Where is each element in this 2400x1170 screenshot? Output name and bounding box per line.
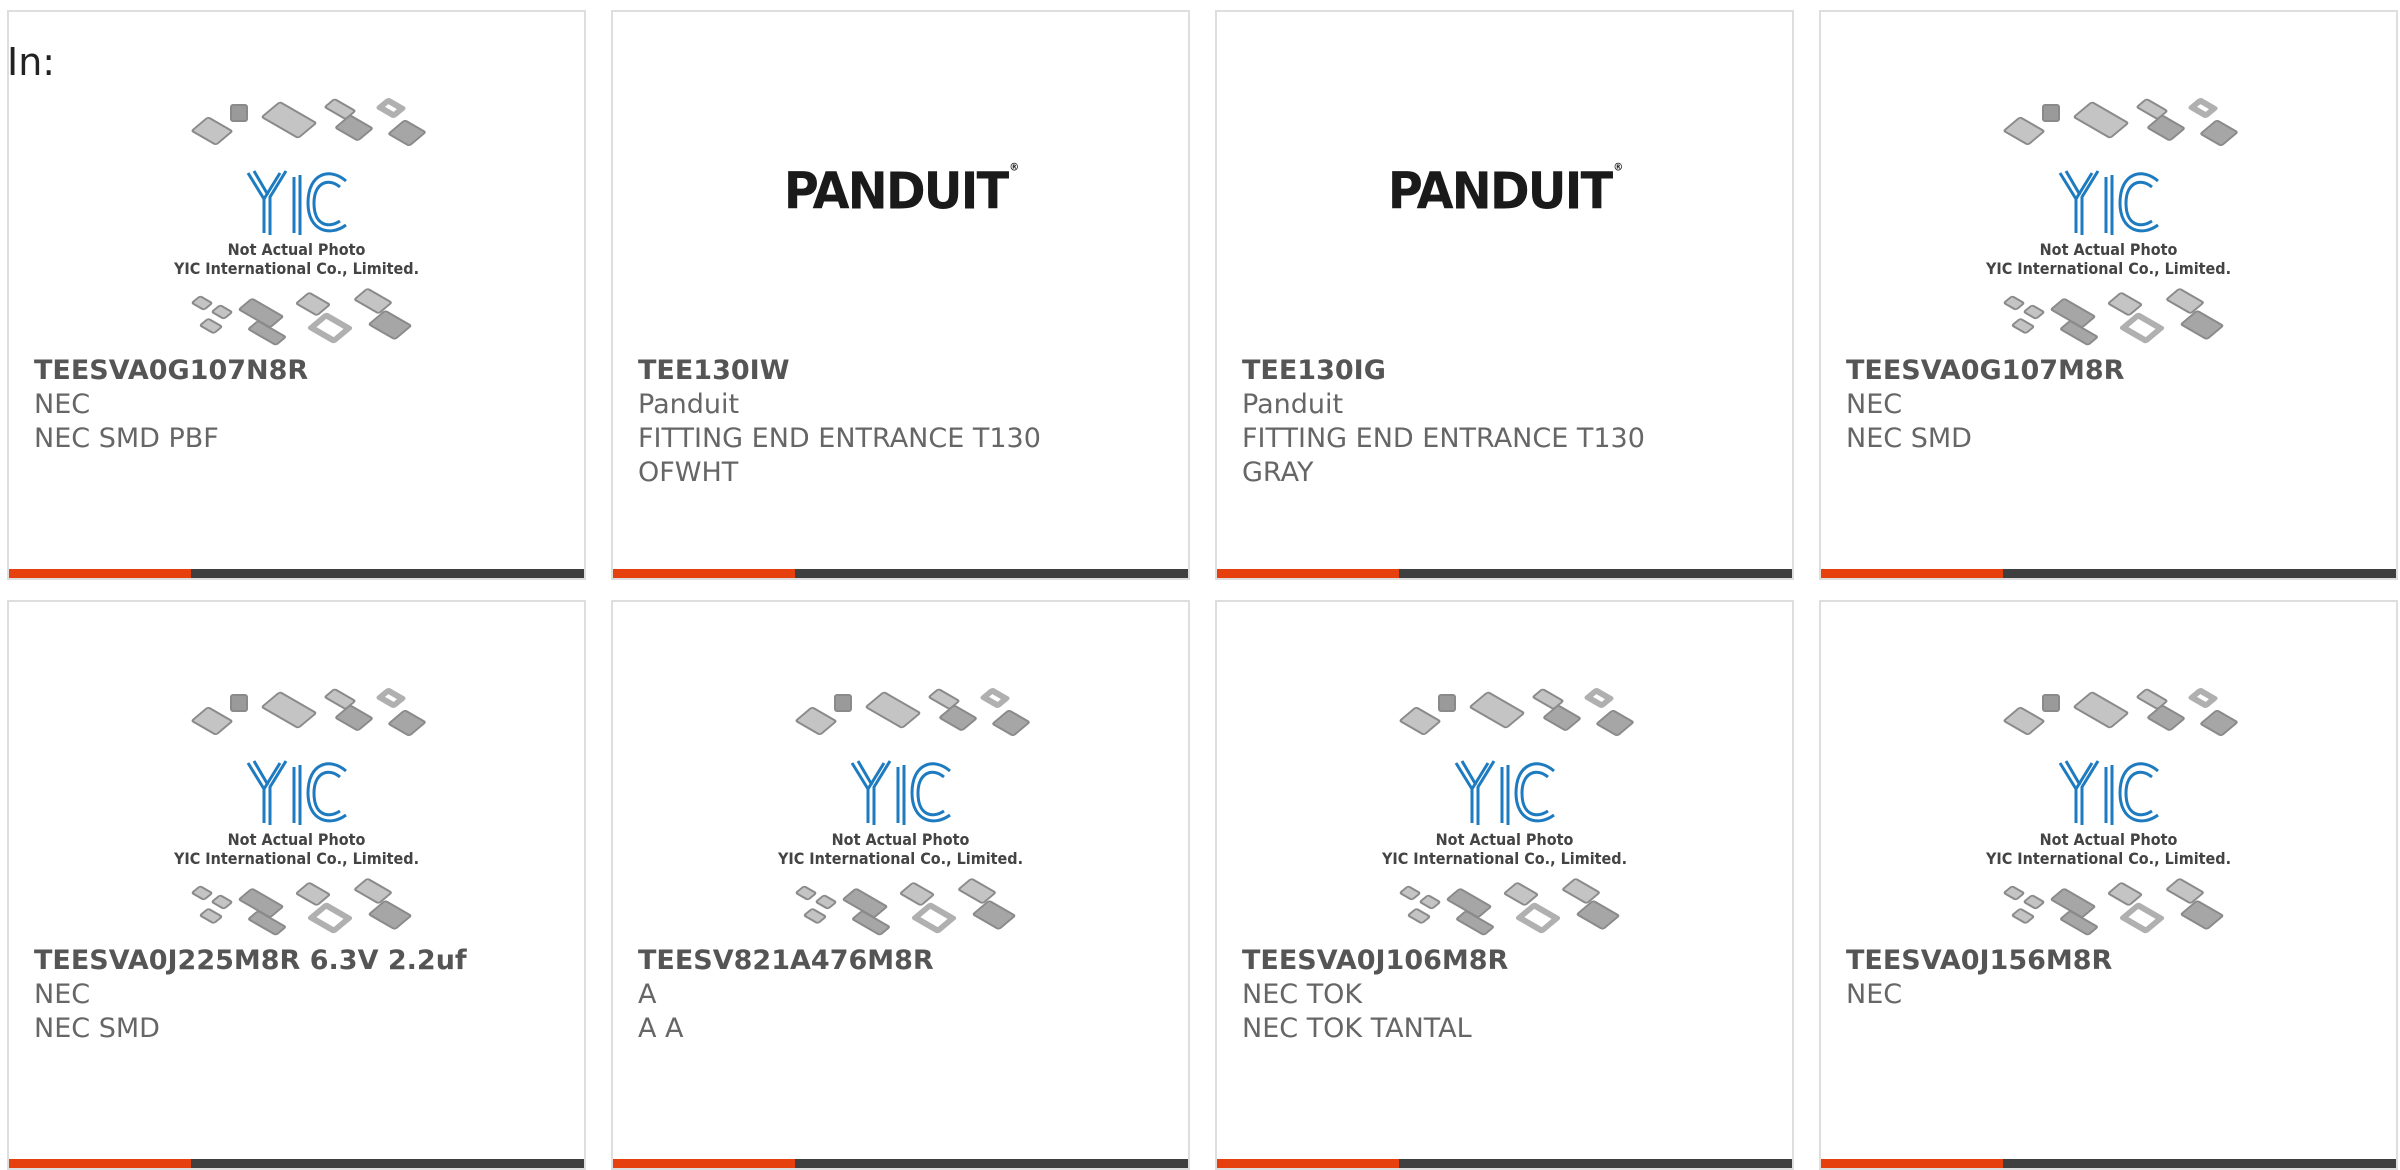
- part-number[interactable]: TEESVA0G107M8R: [1846, 354, 2376, 388]
- description-line: NEC SMD PBF: [34, 423, 219, 454]
- product-info: TEESVA0J225M8R 6.3V 2.2uf NEC NEC SMD: [34, 944, 564, 1046]
- product-card[interactable]: Not Actual Photo YIC International Co., …: [611, 600, 1190, 1170]
- product-image[interactable]: Not Actual Photo YIC International Co., …: [1217, 682, 1792, 944]
- placeholder-image: Not Actual Photo YIC International Co., …: [162, 92, 432, 354]
- product-card[interactable]: Not Actual Photo YIC International Co., …: [1215, 600, 1794, 1170]
- description-line: NEC TOK TANTAL: [1242, 1013, 1472, 1044]
- product-image[interactable]: Not Actual Photo YIC International Co., …: [1821, 682, 2396, 944]
- yic-logo-icon: [1974, 757, 2244, 835]
- part-number[interactable]: TEE130IG: [1242, 354, 1772, 388]
- not-actual-photo-text: Not Actual Photo: [2039, 240, 2178, 259]
- card-accent-bar: [1217, 569, 1399, 578]
- part-number[interactable]: TEESVA0J225M8R 6.3V 2.2uf: [34, 944, 564, 978]
- product-info: TEESV821A476M8R A A A: [638, 944, 1168, 1046]
- manufacturer: NEC: [34, 389, 91, 420]
- product-info: TEE130IG Panduit FITTING END ENTRANCE T130…: [1242, 354, 1772, 490]
- description-line: NEC SMD: [34, 1013, 160, 1044]
- product-info: TEE130IW Panduit FITTING END ENTRANCE T130…: [638, 354, 1168, 490]
- part-number[interactable]: TEESVA0J106M8R: [1242, 944, 1772, 978]
- description-line: FITTING END ENTRANCE T130: [1242, 423, 1645, 454]
- manufacturer: NEC: [1846, 979, 1903, 1010]
- company-name-text: YIC International Co., Limited.: [173, 849, 420, 868]
- card-accent-bar: [1821, 569, 2003, 578]
- card-bottom-bar: [1217, 569, 1792, 578]
- not-actual-photo-text: Not Actual Photo: [1435, 830, 1574, 849]
- not-actual-photo-text: Not Actual Photo: [831, 830, 970, 849]
- card-bottom-bar: [9, 569, 584, 578]
- product-grid: Not Actual Photo YIC International Co., …: [7, 10, 2400, 1170]
- manufacturer: NEC: [1846, 389, 1903, 420]
- product-info: TEESVA0J156M8R NEC: [1846, 944, 2376, 1012]
- product-image[interactable]: Not Actual Photo YIC International Co., …: [613, 682, 1188, 944]
- placeholder-image: Not Actual Photo YIC International Co., …: [162, 682, 432, 944]
- placeholder-image: Not Actual Photo YIC International Co., …: [1974, 682, 2244, 944]
- yic-logo-icon: [162, 167, 432, 245]
- yic-logo-icon: [1974, 167, 2244, 245]
- product-image[interactable]: Not Actual Photo YIC International Co., …: [1821, 92, 2396, 354]
- placeholder-image: Not Actual Photo YIC International Co., …: [1974, 92, 2244, 354]
- product-card[interactable]: Not Actual Photo YIC International Co., …: [7, 600, 586, 1170]
- company-name-text: YIC International Co., Limited.: [173, 259, 420, 278]
- product-card[interactable]: PANDUIT ® TEE130IG Panduit FITTING END ENTR…: [1215, 10, 1794, 580]
- card-accent-bar: [613, 569, 795, 578]
- card-bottom-bar: [613, 569, 1188, 578]
- yic-logo-icon: [1370, 757, 1640, 835]
- product-image[interactable]: PANDUIT ®: [613, 92, 1188, 354]
- description-line: A A: [638, 1013, 684, 1044]
- yic-logo-icon: [162, 757, 432, 835]
- manufacturer: Panduit: [638, 389, 740, 420]
- part-number[interactable]: TEESV821A476M8R: [638, 944, 1168, 978]
- not-actual-photo-text: Not Actual Photo: [2039, 830, 2178, 849]
- in-label: In:: [7, 40, 56, 84]
- product-info: TEESVA0G107N8R NEC NEC SMD PBF: [34, 354, 564, 456]
- product-card[interactable]: Not Actual Photo YIC International Co., …: [1819, 600, 2398, 1170]
- description-line: FITTING END ENTRANCE T130: [638, 423, 1041, 454]
- card-bottom-bar: [1821, 569, 2396, 578]
- not-actual-photo-text: Not Actual Photo: [227, 240, 366, 259]
- panduit-logo-icon: PANDUIT ®: [1387, 162, 1624, 222]
- placeholder-image: Not Actual Photo YIC International Co., …: [1370, 682, 1640, 944]
- card-accent-bar: [9, 569, 191, 578]
- manufacturer: NEC TOK: [1242, 979, 1363, 1010]
- product-info: TEESVA0J106M8R NEC TOK NEC TOK TANTAL: [1242, 944, 1772, 1046]
- description-line: GRAY: [1242, 457, 1314, 488]
- product-image[interactable]: Not Actual Photo YIC International Co., …: [9, 682, 584, 944]
- product-image[interactable]: Not Actual Photo YIC International Co., …: [9, 92, 584, 354]
- company-name-text: YIC International Co., Limited.: [1985, 849, 2232, 868]
- product-info: TEESVA0G107M8R NEC NEC SMD: [1846, 354, 2376, 456]
- yic-logo-icon: [766, 757, 1036, 835]
- panduit-logo-icon: PANDUIT ®: [783, 162, 1020, 222]
- manufacturer: NEC: [34, 979, 91, 1010]
- part-number[interactable]: TEESVA0J156M8R: [1846, 944, 2376, 978]
- placeholder-image: Not Actual Photo YIC International Co., …: [766, 682, 1036, 944]
- product-card[interactable]: Not Actual Photo YIC International Co., …: [7, 10, 586, 580]
- product-card[interactable]: PANDUIT ® TEE130IW Panduit FITTING END ENTR…: [611, 10, 1190, 580]
- product-card[interactable]: Not Actual Photo YIC International Co., …: [1819, 10, 2398, 580]
- product-image[interactable]: PANDUIT ®: [1217, 92, 1792, 354]
- part-number[interactable]: TEESVA0G107N8R: [34, 354, 564, 388]
- company-name-text: YIC International Co., Limited.: [777, 849, 1024, 868]
- manufacturer: A: [638, 979, 657, 1010]
- part-number[interactable]: TEE130IW: [638, 354, 1168, 388]
- company-name-text: YIC International Co., Limited.: [1381, 849, 1628, 868]
- company-name-text: YIC International Co., Limited.: [1985, 259, 2232, 278]
- description-line: OFWHT: [638, 457, 739, 488]
- description-line: NEC SMD: [1846, 423, 1972, 454]
- manufacturer: Panduit: [1242, 389, 1344, 420]
- not-actual-photo-text: Not Actual Photo: [227, 830, 366, 849]
